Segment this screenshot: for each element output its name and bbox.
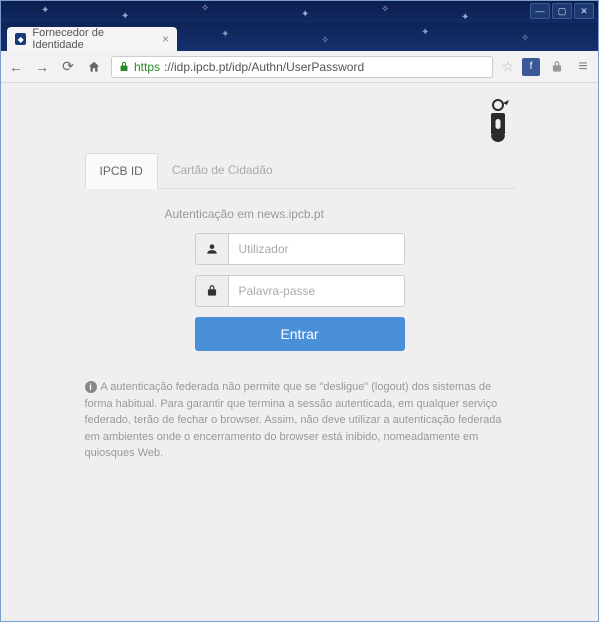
browser-tab[interactable]: ◆ Fornecedor de Identidade × xyxy=(7,27,177,51)
home-button[interactable] xyxy=(85,58,103,76)
username-input[interactable] xyxy=(228,233,405,265)
url-bar[interactable]: https ://idp.ipcb.pt/idp/Authn/UserPasswo… xyxy=(111,56,493,78)
back-button[interactable]: ← xyxy=(7,58,25,76)
tab-cartao-cidadao[interactable]: Cartão de Cidadão xyxy=(158,153,287,188)
info-icon: i xyxy=(85,381,97,393)
notice-text: A autenticação federada não permite que … xyxy=(85,381,502,459)
browser-tabstrip: ✦ ✧ ✦ ✧ ◆ Fornecedor de Identidade × xyxy=(1,23,598,51)
window-minimize-button[interactable]: — xyxy=(530,3,550,19)
tab-close-icon[interactable]: × xyxy=(162,32,169,46)
browser-menu-icon[interactable]: ≡ xyxy=(574,58,592,76)
password-input[interactable] xyxy=(228,275,405,307)
tab-ipcb-id[interactable]: IPCB ID xyxy=(85,153,158,189)
lock-icon xyxy=(118,61,130,73)
submit-button[interactable]: Entrar xyxy=(195,317,405,351)
federated-auth-notice: iA autenticação federada não permite que… xyxy=(85,379,515,462)
forward-button[interactable]: → xyxy=(33,58,51,76)
browser-toolbar: ← → ⟳ https ://idp.ipcb.pt/idp/Authn/User… xyxy=(1,51,598,83)
url-scheme: https xyxy=(134,60,160,74)
password-lock-icon xyxy=(195,275,228,307)
tab-favicon: ◆ xyxy=(15,33,26,45)
window-maximize-button[interactable]: ▢ xyxy=(552,3,572,19)
auth-message: Autenticação em news.ipcb.pt xyxy=(165,207,515,221)
browser-window: ✦ ✦ ✧ ✦ ✧ ✦ — ▢ ✕ ✦ ✧ ✦ ✧ ◆ Fornecedor d… xyxy=(0,0,599,622)
extension-lock-icon[interactable] xyxy=(548,58,566,76)
tab-title: Fornecedor de Identidade xyxy=(32,27,152,51)
url-path: ://idp.ipcb.pt/idp/Authn/UserPassword xyxy=(164,60,364,74)
window-close-button[interactable]: ✕ xyxy=(574,3,594,19)
facebook-extension-icon[interactable]: f xyxy=(522,58,540,76)
institution-logo xyxy=(85,97,515,143)
auth-tabs: IPCB ID Cartão de Cidadão xyxy=(85,153,515,189)
page-body: IPCB ID Cartão de Cidadão Autenticação e… xyxy=(1,83,598,621)
user-icon xyxy=(195,233,228,265)
bookmark-star-icon[interactable]: ☆ xyxy=(501,58,514,75)
reload-button[interactable]: ⟳ xyxy=(59,58,77,76)
os-titlebar: ✦ ✦ ✧ ✦ ✧ ✦ — ▢ ✕ xyxy=(1,1,598,23)
